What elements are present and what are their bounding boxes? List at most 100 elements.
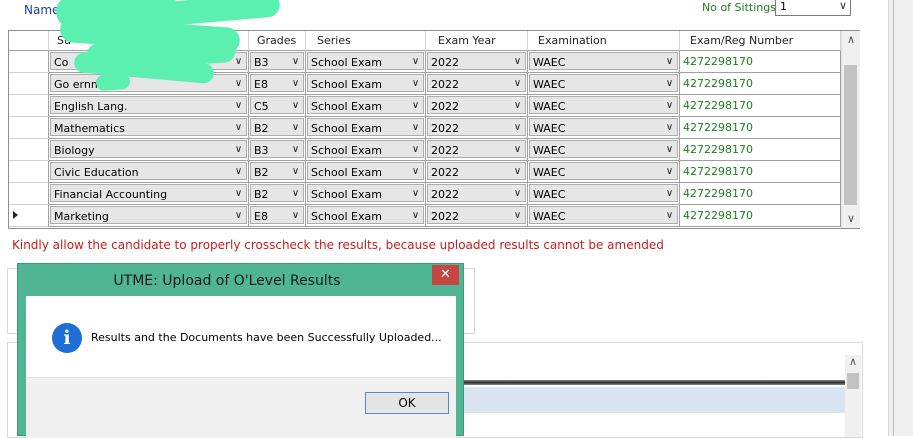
chevron-down-icon[interactable]: ∨	[662, 97, 677, 113]
examination-dropdown[interactable]: WAEC ∨	[529, 74, 678, 92]
series-dropdown[interactable]: School Exam ∨	[307, 74, 424, 92]
chevron-down-icon[interactable]: ∨	[231, 75, 246, 91]
subject-dropdown[interactable]: English Lang. ∨	[50, 96, 247, 114]
examination-dropdown[interactable]: WAEC ∨	[529, 140, 678, 158]
subject-dropdown[interactable]: Mathematics ∨	[50, 118, 247, 136]
series-dropdown[interactable]: School Exam ∨	[307, 206, 424, 224]
examination-cell[interactable]: WAEC ∨	[528, 73, 680, 95]
examination-dropdown[interactable]: WAEC ∨	[529, 52, 678, 70]
examination-dropdown[interactable]: WAEC ∨	[529, 162, 678, 180]
subject-cell[interactable]: English Lang. ∨	[49, 95, 249, 117]
exam-year-cell[interactable]: 2022 ∨	[426, 117, 528, 139]
reg-number-cell[interactable]: 4272298170	[680, 73, 841, 95]
examination-dropdown[interactable]: WAEC ∨	[529, 118, 678, 136]
chevron-down-icon[interactable]: ∨	[288, 97, 303, 113]
column-header-reg-number[interactable]: Exam/Reg Number	[680, 31, 841, 51]
series-dropdown[interactable]: School Exam ∨	[307, 140, 424, 158]
table-row[interactable]: English Lang. ∨ C5 ∨ School Exam ∨ 2022 ∨ WAEC ∨ 4…	[9, 95, 841, 117]
table-row[interactable]: Financial Accounting ∨ B2 ∨ School Exam ∨ 2022…	[9, 183, 841, 205]
grade-cell[interactable]: E8 ∨	[249, 73, 306, 95]
document-panel-scrollbar[interactable]: ∧	[845, 355, 861, 437]
grade-cell[interactable]: B2 ∨	[249, 117, 306, 139]
chevron-down-icon[interactable]: ∨	[408, 207, 423, 223]
chevron-down-icon[interactable]: ∨	[231, 163, 246, 179]
subject-dropdown[interactable]: Financial Accounting ∨	[50, 184, 247, 202]
chevron-down-icon[interactable]: ∨	[408, 119, 423, 135]
series-dropdown[interactable]: School Exam ∨	[307, 96, 424, 114]
chevron-down-icon[interactable]: ∨	[288, 75, 303, 91]
subject-cell[interactable]: Marketing ∨	[49, 205, 249, 227]
row-header[interactable]	[9, 205, 49, 227]
close-icon[interactable]: ✕	[432, 265, 459, 285]
series-dropdown[interactable]: School Exam ∨	[307, 118, 424, 136]
exam-year-dropdown[interactable]: 2022 ∨	[427, 184, 526, 202]
column-header-grades[interactable]: Grades	[249, 31, 306, 51]
grade-dropdown[interactable]: B2 ∨	[250, 118, 304, 136]
chevron-down-icon[interactable]: ∨	[231, 141, 246, 157]
series-cell[interactable]: School Exam ∨	[306, 161, 426, 183]
chevron-down-icon[interactable]: ∨	[662, 119, 677, 135]
exam-year-dropdown[interactable]: 2022 ∨	[427, 206, 526, 224]
exam-year-dropdown[interactable]: 2022 ∨	[427, 162, 526, 180]
chevron-down-icon[interactable]: ∨	[510, 207, 525, 223]
column-header-exam-year[interactable]: Exam Year	[426, 31, 528, 51]
examination-cell[interactable]: WAEC ∨	[528, 117, 680, 139]
examination-cell[interactable]: WAEC ∨	[528, 95, 680, 117]
grade-cell[interactable]: B3 ∨	[249, 139, 306, 161]
examination-cell[interactable]: WAEC ∨	[528, 183, 680, 205]
subject-dropdown[interactable]: Civic Education ∨	[50, 162, 247, 180]
chevron-down-icon[interactable]: ∨	[231, 119, 246, 135]
chevron-down-icon[interactable]: ∨	[662, 207, 677, 223]
scroll-thumb[interactable]	[847, 373, 859, 389]
reg-number-cell[interactable]: 4272298170	[680, 183, 841, 205]
chevron-down-icon[interactable]: ∨	[662, 185, 677, 201]
grade-cell[interactable]: B3 ∨	[249, 51, 306, 73]
exam-year-cell[interactable]: 2022 ∨	[426, 139, 528, 161]
series-cell[interactable]: School Exam ∨	[306, 51, 426, 73]
exam-year-cell[interactable]: 2022 ∨	[426, 161, 528, 183]
chevron-down-icon[interactable]: ∨	[288, 53, 303, 69]
subject-dropdown[interactable]: Marketing ∨	[50, 206, 247, 224]
chevron-down-icon[interactable]: ∨	[288, 163, 303, 179]
chevron-down-icon[interactable]: ∨	[288, 141, 303, 157]
sittings-select[interactable]: 1 ∨	[775, 0, 851, 16]
grid-vertical-scrollbar[interactable]: ∧ ∨	[841, 31, 860, 228]
table-row[interactable]: Marketing ∨ E8 ∨ School Exam ∨ 2022 ∨ WAEC ∨ 42722…	[9, 205, 841, 227]
exam-year-dropdown[interactable]: 2022 ∨	[427, 52, 526, 70]
chevron-down-icon[interactable]: ∨	[510, 75, 525, 91]
series-dropdown[interactable]: School Exam ∨	[307, 52, 424, 70]
row-header[interactable]	[9, 139, 49, 161]
chevron-down-icon[interactable]: ∨	[510, 141, 525, 157]
reg-number-cell[interactable]: 4272298170	[680, 205, 841, 227]
series-cell[interactable]: School Exam ∨	[306, 117, 426, 139]
examination-dropdown[interactable]: WAEC ∨	[529, 96, 678, 114]
chevron-down-icon[interactable]: ∨	[408, 185, 423, 201]
exam-year-cell[interactable]: 2022 ∨	[426, 95, 528, 117]
chevron-down-icon[interactable]: ∨	[288, 119, 303, 135]
exam-year-dropdown[interactable]: 2022 ∨	[427, 140, 526, 158]
chevron-down-icon[interactable]: ∨	[408, 97, 423, 113]
chevron-down-icon[interactable]: ∨	[231, 207, 246, 223]
reg-number-cell[interactable]: 4272298170	[680, 139, 841, 161]
grade-dropdown[interactable]: E8 ∨	[250, 206, 304, 224]
examination-dropdown[interactable]: WAEC ∨	[529, 206, 678, 224]
row-header[interactable]	[9, 117, 49, 139]
exam-year-cell[interactable]: 2022 ∨	[426, 73, 528, 95]
subject-cell[interactable]: Civic Education ∨	[49, 161, 249, 183]
chevron-down-icon[interactable]: ∨	[662, 163, 677, 179]
exam-year-dropdown[interactable]: 2022 ∨	[427, 96, 526, 114]
series-dropdown[interactable]: School Exam ∨	[307, 162, 424, 180]
subject-cell[interactable]: Biology ∨	[49, 139, 249, 161]
chevron-down-icon[interactable]: ∨	[231, 97, 246, 113]
reg-number-cell[interactable]: 4272298170	[680, 51, 841, 73]
chevron-down-icon[interactable]: ∨	[408, 141, 423, 157]
subject-cell[interactable]: Financial Accounting ∨	[49, 183, 249, 205]
examination-cell[interactable]: WAEC ∨	[528, 51, 680, 73]
grade-dropdown[interactable]: E8 ∨	[250, 74, 304, 92]
grade-cell[interactable]: B2 ∨	[249, 183, 306, 205]
reg-number-cell[interactable]: 4272298170	[680, 95, 841, 117]
grade-cell[interactable]: E8 ∨	[249, 205, 306, 227]
subject-cell[interactable]: Mathematics ∨	[49, 117, 249, 139]
examination-dropdown[interactable]: WAEC ∨	[529, 184, 678, 202]
examination-cell[interactable]: WAEC ∨	[528, 161, 680, 183]
